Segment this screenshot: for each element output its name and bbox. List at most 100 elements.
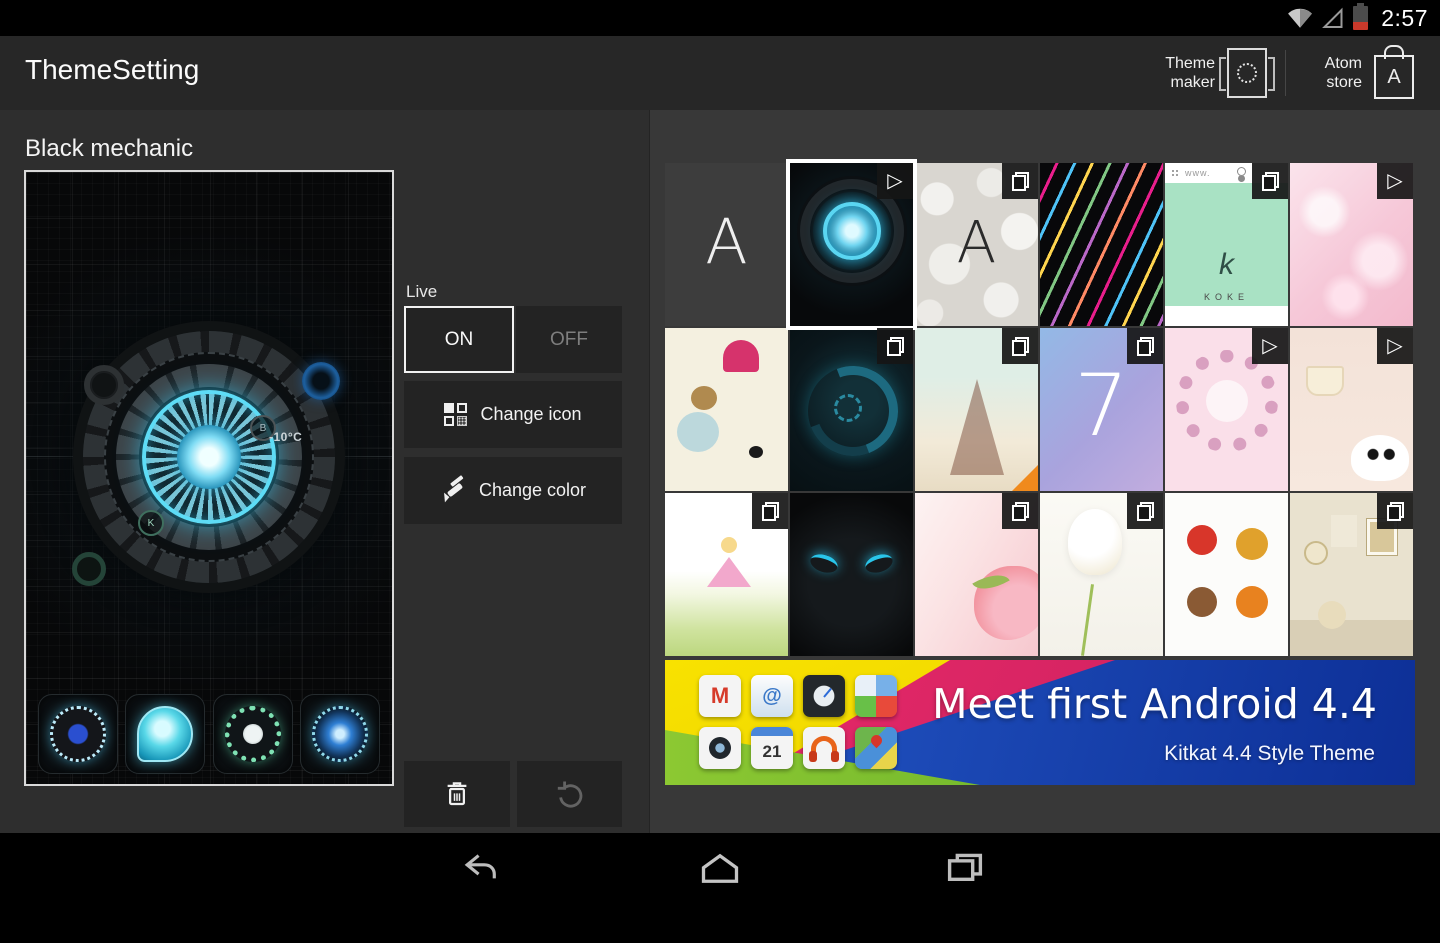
email-icon: @	[751, 675, 793, 717]
blue-dial-icon	[302, 362, 340, 400]
grid-icon	[444, 403, 467, 426]
theme-grid: A ▷ Awww.kKOKE ▷ 7 ▷ ▷	[665, 163, 1413, 656]
theme-gallery-panel: A ▷ Awww.kKOKE ▷ 7 ▷ ▷ M@21 Meet first Android…	[650, 110, 1440, 833]
header-actions: Theme maker Atom store A	[1139, 36, 1432, 110]
copy-icon	[762, 502, 779, 521]
copy-badge[interactable]	[1377, 493, 1413, 529]
undo-button[interactable]	[517, 761, 622, 827]
live-off-button[interactable]: OFF	[516, 306, 622, 373]
copy-icon	[1012, 172, 1029, 191]
copy-badge[interactable]	[1002, 163, 1038, 199]
copy-icon	[887, 337, 904, 356]
k-marker: K	[138, 510, 164, 536]
gear-icon	[72, 552, 106, 586]
copy-badge[interactable]	[1252, 163, 1288, 199]
battery-icon	[1353, 6, 1368, 30]
camera-app-icon	[300, 694, 380, 774]
theme-tile-vintage-room[interactable]	[1290, 493, 1413, 656]
copy-badge[interactable]	[1002, 328, 1038, 364]
current-theme-panel: Black mechanic B K -10°C Live	[0, 110, 650, 833]
play-icon: ▷	[1387, 171, 1402, 191]
theme-maker-label: Theme maker	[1157, 54, 1215, 92]
tile-letter: A	[665, 205, 788, 278]
play-badge[interactable]: ▷	[1377, 328, 1413, 364]
back-icon	[460, 851, 500, 883]
copy-icon	[1262, 172, 1279, 191]
play-badge[interactable]: ▷	[1252, 328, 1288, 364]
theme-tile-koke[interactable]: www.kKOKE	[1165, 163, 1288, 326]
theme-tile-black-mechanic[interactable]: ▷	[790, 163, 913, 326]
theme-tile-girl-with-birdcage[interactable]	[665, 328, 788, 491]
theme-maker-button[interactable]: Theme maker	[1139, 36, 1285, 110]
calendar-icon: 21	[751, 727, 793, 769]
play-badge[interactable]: ▷	[1377, 163, 1413, 199]
chat-app-icon	[125, 694, 205, 774]
change-color-button[interactable]: Change color	[404, 457, 622, 524]
copy-icon	[1012, 337, 1029, 356]
recents-icon	[945, 850, 985, 884]
live-label: Live	[406, 282, 437, 302]
theme-tile-neon-streaks[interactable]	[1040, 163, 1163, 326]
atom-store-bag-icon: A	[1374, 55, 1414, 99]
copy-icon	[1012, 502, 1029, 521]
theme-tile-hero-stickers[interactable]	[1165, 493, 1288, 656]
play-icon: ▷	[887, 171, 902, 191]
undo-icon	[553, 777, 587, 811]
recents-button[interactable]	[920, 833, 1010, 900]
theme-tile-pink-blossom[interactable]	[915, 493, 1038, 656]
theme-tile-teal-mechanic[interactable]	[790, 328, 913, 491]
play-badge[interactable]: ▷	[877, 163, 913, 199]
signal-icon	[1322, 6, 1344, 30]
theme-tile-atom-logo-dark[interactable]: A	[665, 163, 788, 326]
atom-store-label: Atom store	[1304, 54, 1362, 92]
theme-setting-screen: 2:57 ThemeSetting Theme maker Atom store…	[0, 0, 1440, 900]
theme-tile-white-tulip[interactable]	[1040, 493, 1163, 656]
theme-live-preview: B K -10°C	[24, 170, 394, 786]
tile-letter: 7	[1040, 356, 1163, 456]
live-toggle: ON OFF	[404, 306, 622, 373]
atom-store-button[interactable]: Atom store A	[1286, 36, 1432, 110]
status-bar: 2:57	[0, 0, 1440, 36]
copy-badge[interactable]	[1127, 493, 1163, 529]
page-title: ThemeSetting	[25, 54, 199, 86]
music-icon	[803, 727, 845, 769]
temperature-readout: -10°C	[269, 430, 302, 444]
delete-theme-button[interactable]	[404, 761, 510, 827]
eyedropper-icon	[440, 479, 466, 503]
atom-store-letter: A	[1387, 66, 1400, 89]
copy-badge[interactable]	[752, 493, 788, 529]
banner-title: Meet first Android 4.4	[932, 680, 1377, 728]
home-button[interactable]	[675, 833, 765, 900]
copy-icon	[1137, 337, 1154, 356]
theme-tile-dark-tiger[interactable]	[790, 493, 913, 656]
copy-icon	[1387, 502, 1404, 521]
theme-maker-icon	[1227, 48, 1267, 98]
copy-badge[interactable]	[877, 328, 913, 364]
theme-tile-floral-wreath[interactable]: ▷	[1165, 328, 1288, 491]
home-icon	[699, 850, 741, 884]
change-icon-button[interactable]: Change icon	[404, 381, 622, 448]
wifi-icon	[1287, 6, 1313, 30]
theme-tile-pebbles-letter-a[interactable]: A	[915, 163, 1038, 326]
play-icon: ▷	[1262, 336, 1277, 356]
dial-app-icon	[38, 694, 118, 774]
gear-icon	[84, 365, 124, 405]
theme-tile-cherry-blossom[interactable]: ▷	[1290, 163, 1413, 326]
clock-icon	[803, 675, 845, 717]
theme-tile-coffee-cat[interactable]: ▷	[1290, 328, 1413, 491]
play-icon: ▷	[1387, 336, 1402, 356]
change-color-label: Change color	[479, 480, 586, 501]
tile-letter: A	[915, 208, 1038, 276]
copy-badge[interactable]	[1002, 493, 1038, 529]
tile-logo-letter: k	[1165, 248, 1288, 282]
banner-subtitle: Kitkat 4.4 Style Theme	[1164, 742, 1375, 766]
live-on-button[interactable]: ON	[404, 306, 514, 373]
theme-tile-ballerina-girl[interactable]	[665, 493, 788, 656]
theme-tile-number-seven[interactable]: 7	[1040, 328, 1163, 491]
theme-tile-eiffel-tower[interactable]	[915, 328, 1038, 491]
phone-app-icon	[213, 694, 293, 774]
back-button[interactable]	[435, 833, 525, 900]
kitkat-promo-banner[interactable]: M@21 Meet first Android 4.4 Kitkat 4.4 S…	[665, 660, 1415, 785]
calculator-icon	[855, 675, 897, 717]
copy-badge[interactable]	[1127, 328, 1163, 364]
